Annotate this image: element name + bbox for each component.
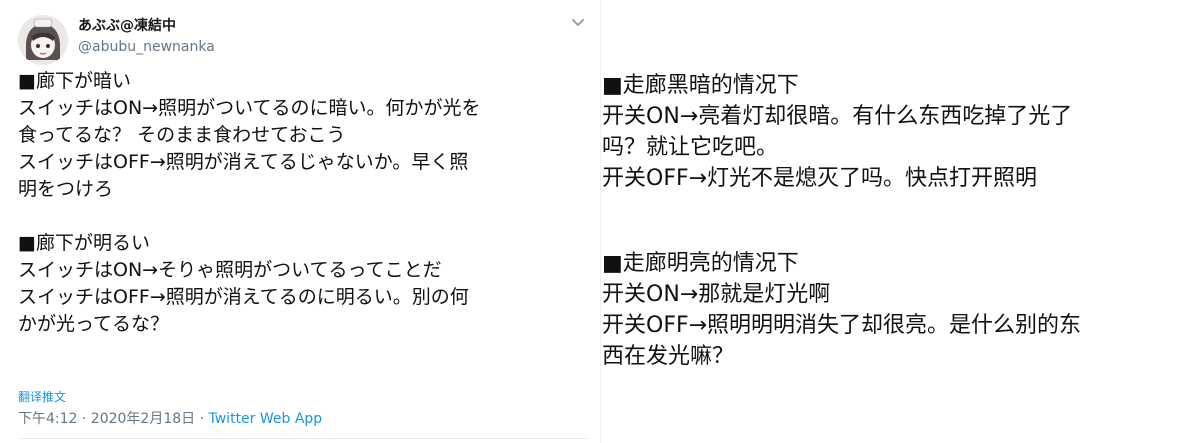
translation-panel: ■走廊黑暗的情况下 开关ON→亮着灯却很暗。有什么东西吃掉了光了 吗？就让它吃吧… xyxy=(602,70,1192,372)
chevron-down-icon[interactable] xyxy=(570,14,586,30)
translation-line: 开关OFF→灯光不是熄灭了吗。快点打开照明 xyxy=(602,166,1038,191)
tweet-line: 食ってるな？ そのまま食わせておこう xyxy=(18,124,346,146)
source-link[interactable]: Twitter Web App xyxy=(209,411,323,427)
translate-tweet-link[interactable]: 翻译推文 xyxy=(18,388,66,405)
avatar-image xyxy=(18,15,68,65)
translation-line: 开关ON→那就是灯光啊 xyxy=(602,282,831,307)
translation-line: 吗？就让它吃吧。 xyxy=(602,135,779,160)
tweet-line: ■廊下が明るい xyxy=(18,232,150,254)
tweet-metadata: 下午4:12 · 2020年2月18日 · Twitter Web App xyxy=(18,408,322,428)
tweet-line: スイッチはOFF→照明が消えてるのに明るい。別の何 xyxy=(18,286,469,308)
translation-line: 开关ON→亮着灯却很暗。有什么东西吃掉了光了 xyxy=(602,104,1073,129)
tweet-line: スイッチはON→そりゃ照明がついてるってことだ xyxy=(18,259,442,281)
translation-line: ■走廊明亮的情况下 xyxy=(602,251,799,276)
tweet-line: 明をつけろ xyxy=(18,178,114,200)
tweet-author[interactable]: あぶぶ@凍結中 @abubu_newnanka xyxy=(78,15,215,55)
tweet-line: かが光ってるな？ xyxy=(18,313,170,335)
tweet-text: ■廊下が暗い スイッチはON→照明がついてるのに暗い。何かが光を 食ってるな？ … xyxy=(18,68,588,338)
display-name[interactable]: あぶぶ@凍結中 xyxy=(78,15,215,35)
tweet-line: スイッチはON→照明がついてるのに暗い。何かが光を xyxy=(18,97,481,119)
translation-line: ■走廊黑暗的情况下 xyxy=(602,73,799,98)
translation-line: 西在发光嘛？ xyxy=(602,344,735,369)
translation-line: 开关OFF→照明明明消失了却很亮。是什么别的东 xyxy=(602,313,1082,338)
tweet-card: あぶぶ@凍結中 @abubu_newnanka ■廊下が暗い スイッチはON→照… xyxy=(0,0,601,443)
divider xyxy=(18,438,588,439)
user-handle[interactable]: @abubu_newnanka xyxy=(78,39,215,55)
tweet-line: スイッチはOFF→照明が消えてるじゃないか。早く照 xyxy=(18,151,469,173)
timestamp[interactable]: 下午4:12 · 2020年2月18日 · xyxy=(18,411,209,427)
tweet-line: ■廊下が暗い xyxy=(18,70,131,92)
avatar[interactable] xyxy=(18,15,68,65)
